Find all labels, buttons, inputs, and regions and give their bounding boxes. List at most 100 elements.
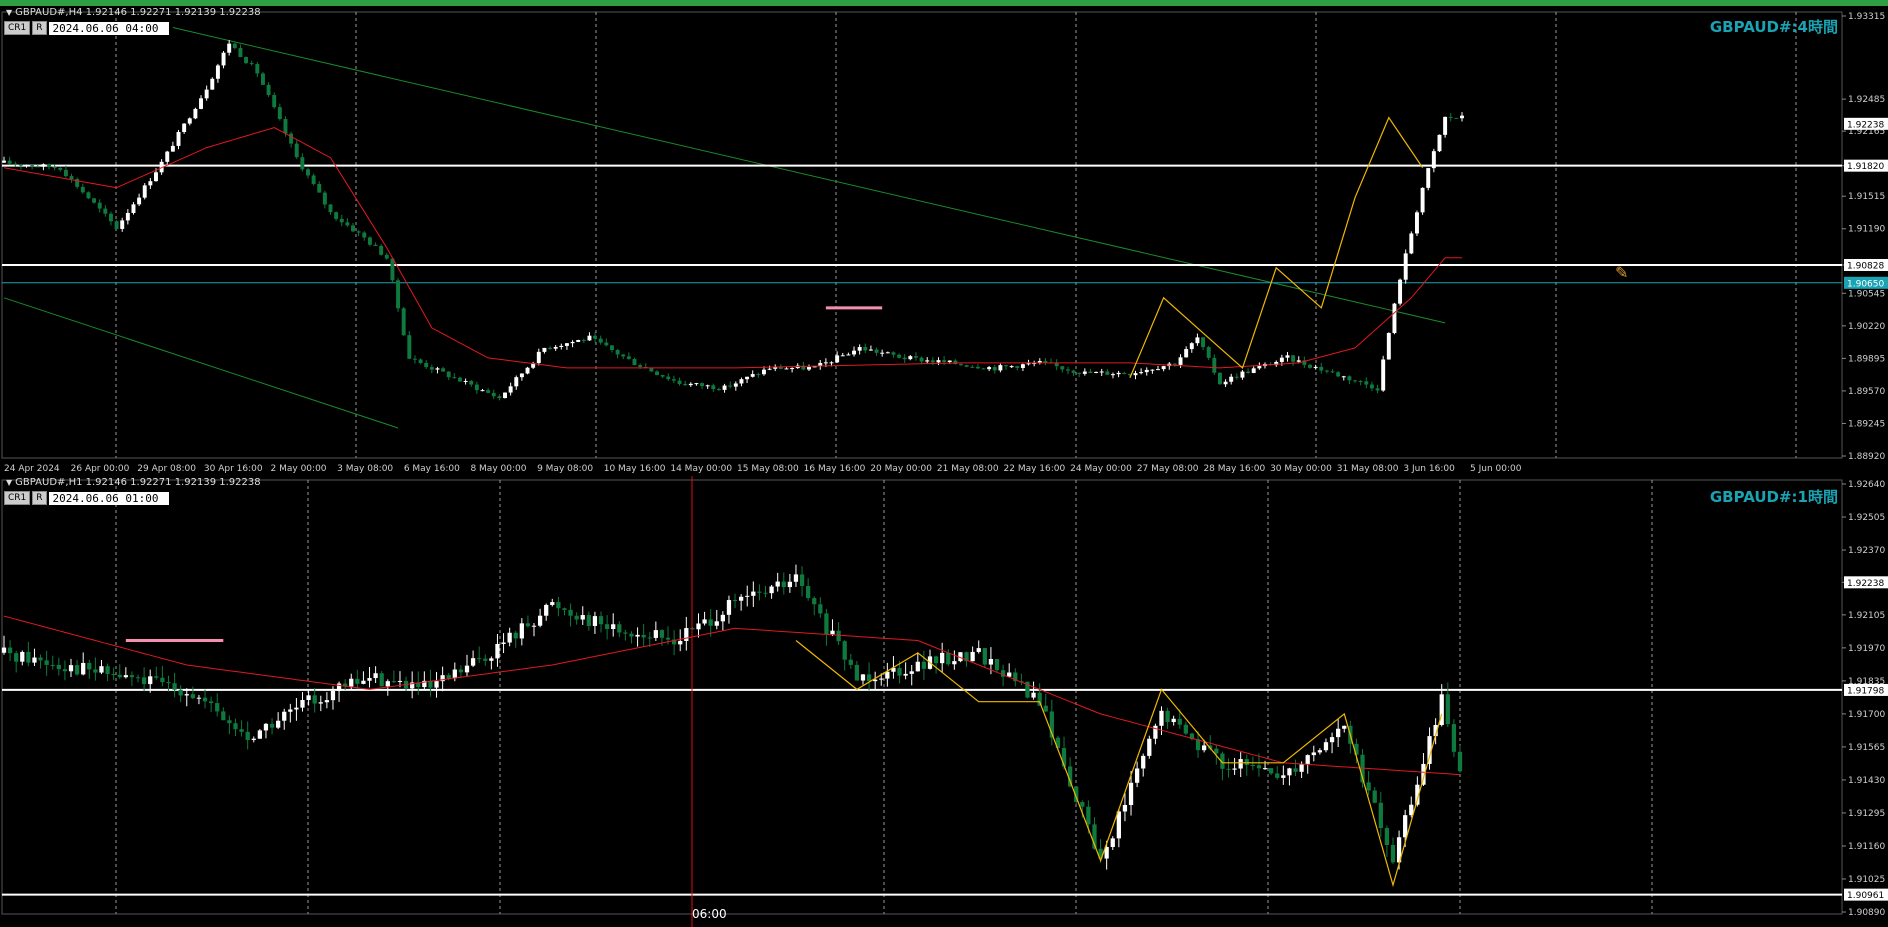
- candle-body: [1195, 337, 1200, 344]
- candle-body: [469, 380, 474, 385]
- candle-body: [227, 43, 232, 53]
- candle-body: [733, 383, 738, 387]
- price-label-text: 1.90961: [1847, 891, 1884, 901]
- candle-body: [653, 630, 658, 638]
- collapse-triangle-icon[interactable]: ▼: [6, 8, 12, 17]
- candle-body: [716, 389, 721, 391]
- candle-body: [176, 132, 181, 146]
- candle-body: [103, 208, 108, 214]
- candle-body: [373, 673, 378, 679]
- candle-body: [647, 637, 652, 639]
- candle-body: [925, 360, 930, 362]
- cr1-button[interactable]: CR1: [4, 491, 31, 505]
- cr1-button[interactable]: CR1: [4, 21, 31, 35]
- candle-body: [874, 349, 879, 353]
- candle-body: [215, 703, 220, 712]
- candle-body: [574, 615, 579, 620]
- candle-body: [266, 84, 271, 96]
- candle-body: [537, 615, 543, 626]
- candle-body: [745, 595, 750, 597]
- r-button[interactable]: R: [32, 21, 47, 35]
- candle-body: [897, 354, 902, 358]
- candle-body: [379, 245, 384, 255]
- candle-body: [288, 709, 293, 712]
- candle-body: [289, 133, 294, 144]
- candle-body: [1296, 360, 1301, 362]
- candle-body: [1159, 710, 1164, 726]
- candle-body: [452, 377, 457, 379]
- candle-body: [665, 637, 671, 640]
- h4-date-box[interactable]: 2024.06.06 04:00: [48, 21, 169, 35]
- candle-body: [480, 390, 485, 392]
- candle-body: [1150, 369, 1155, 371]
- candle-body: [611, 624, 616, 630]
- h1-date-box[interactable]: 2024.06.06 01:00: [48, 491, 169, 505]
- candle-body: [1128, 782, 1134, 806]
- candle-body: [933, 656, 939, 664]
- h4-chart-canvas[interactable]: 1.933151.924851.921651.918201.915151.911…: [0, 6, 1888, 476]
- h1-symbol-info: ▼ GBPAUD#,H1 1.92146 1.92271 1.92139 1.92…: [6, 477, 261, 488]
- h1-chart-canvas[interactable]: 1.92640 1.92505 1.92370 1.92238 1.92105 1.919…: [0, 476, 1888, 927]
- candle-body: [784, 368, 789, 370]
- candle-body: [1287, 768, 1292, 776]
- candle-body: [635, 634, 640, 637]
- candle-body: [952, 661, 957, 665]
- candle-body: [1110, 838, 1115, 847]
- candle-body: [249, 63, 254, 65]
- candle-body: [294, 143, 299, 158]
- h4-symbol-info: ▼ GBPAUD#,H4 1.92146 1.92271 1.92139 1.92…: [6, 7, 261, 18]
- candle-body: [987, 367, 992, 370]
- candle-body: [1080, 801, 1085, 807]
- candle-body: [751, 591, 756, 596]
- candle-body: [598, 338, 603, 343]
- candle-body: [1275, 773, 1280, 778]
- candle-body: [1317, 750, 1323, 753]
- candle-body: [915, 661, 920, 672]
- x-tick-label: 24 Apr 2024: [4, 464, 60, 474]
- candle-body: [1020, 364, 1025, 368]
- candle-body: [824, 613, 829, 635]
- y-tick-label: 1.89895: [1848, 354, 1885, 364]
- candle-body: [1244, 759, 1249, 766]
- candle-body: [44, 660, 49, 665]
- candle-body: [80, 186, 85, 193]
- pencil-icon[interactable]: ✎: [1615, 263, 1628, 282]
- candle-body: [97, 202, 102, 209]
- h1-chart-pane[interactable]: 1.92640 1.92505 1.92370 1.92238 1.92105 1.919…: [0, 476, 1888, 927]
- candle-body: [489, 658, 494, 661]
- candle-body: [117, 674, 122, 678]
- candle-body: [221, 52, 226, 66]
- x-tick-label: 8 May 00:00: [470, 464, 526, 474]
- candle-body: [108, 213, 113, 222]
- candle-body: [1122, 372, 1127, 374]
- candle-body: [649, 368, 654, 372]
- x-tick-label: 28 May 16:00: [1203, 464, 1265, 474]
- candle-body: [1372, 790, 1377, 803]
- candle-body: [757, 591, 762, 593]
- h4-chart-pane[interactable]: 1.933151.924851.921651.918201.915151.911…: [0, 6, 1888, 476]
- candle-body: [497, 396, 502, 399]
- candle-body: [970, 366, 975, 368]
- candle-body: [807, 366, 811, 370]
- candle-body: [525, 367, 530, 374]
- r-button[interactable]: R: [32, 491, 47, 505]
- candle-body: [750, 374, 755, 377]
- candle-body: [232, 43, 237, 49]
- candle-body: [879, 678, 884, 680]
- candle-body: [141, 677, 147, 685]
- candle-body: [587, 335, 592, 341]
- candle-body: [1043, 361, 1048, 363]
- x-tick-label: 21 May 08:00: [937, 464, 999, 474]
- candle-body: [722, 385, 727, 390]
- candle-body: [1082, 371, 1087, 374]
- candle-body: [666, 376, 671, 380]
- candle-body: [846, 354, 851, 356]
- candle-body: [1364, 381, 1369, 385]
- candle-body: [683, 383, 688, 386]
- candle-body: [1232, 768, 1237, 770]
- candle-body: [1386, 333, 1391, 360]
- candle-body: [1165, 710, 1170, 723]
- candle-body: [306, 695, 311, 701]
- candle-body: [1443, 116, 1448, 135]
- collapse-triangle-icon[interactable]: ▼: [6, 478, 12, 487]
